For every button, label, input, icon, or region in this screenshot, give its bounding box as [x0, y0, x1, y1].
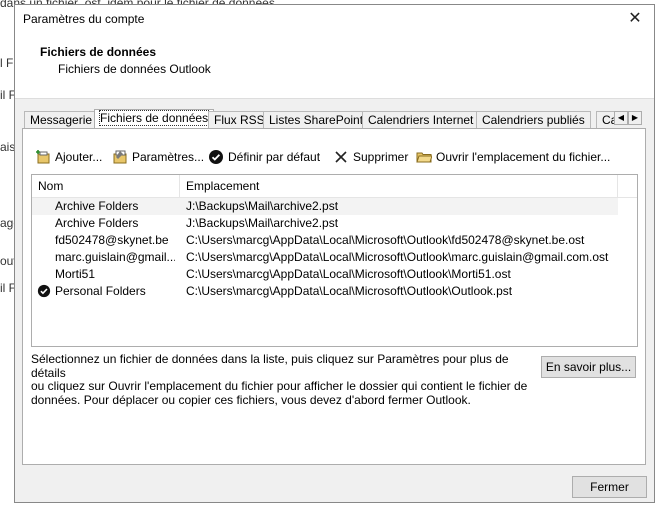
add-file-icon [36, 150, 50, 164]
column-header-location[interactable]: Emplacement [180, 175, 618, 197]
header-title: Fichiers de données [40, 45, 157, 59]
table-row[interactable]: Archive Folders J:\Backups\Mail\archive2.… [32, 215, 618, 232]
row-location: C:\Users\marcg\AppData\Local\Microsoft\O… [186, 250, 609, 264]
description-line: données. Pour déplacer ou copier ces fic… [31, 392, 471, 407]
checkmark-circle-icon [209, 150, 223, 164]
title-bar: Paramètres du compte ✕ [15, 5, 654, 33]
set-default-label: Définir par défaut [228, 150, 321, 164]
settings-file-icon [113, 150, 127, 164]
tab-data-files[interactable]: Fichiers de données [94, 109, 215, 129]
table-row[interactable]: Morti51 C:\Users\marcg\AppData\Local\Micr… [32, 266, 618, 283]
set-default-button[interactable]: Définir par défaut [208, 146, 320, 168]
remove-x-icon [335, 151, 347, 163]
description-line: ou cliquez sur Ouvrir l'emplacement du f… [31, 379, 528, 393]
data-files-panel: Ajouter... Paramètres... Définir par déf… [22, 128, 646, 465]
table-row[interactable]: Personal Folders C:\Users\marcg\AppData\L… [32, 283, 618, 300]
tab-rss[interactable]: Flux RSS [208, 111, 271, 129]
row-location: C:\Users\marcg\AppData\Local\Microsoft\O… [186, 233, 585, 247]
settings-button[interactable]: Paramètres... [112, 146, 204, 168]
folder-icon [416, 152, 432, 163]
remove-label: Supprimer [353, 150, 409, 164]
data-files-list[interactable]: Nom Emplacement Archive Folders J:\Backup… [31, 174, 638, 347]
account-settings-dialog: Paramètres du compte ✕ Fichiers de donné… [14, 4, 655, 503]
row-location: J:\Backups\Mail\archive2.pst [186, 199, 339, 213]
tab-messagerie[interactable]: Messagerie [24, 111, 99, 129]
row-name: Archive Folders [55, 199, 139, 213]
close-button[interactable]: Fermer [572, 476, 647, 498]
add-label: Ajouter... [55, 150, 103, 164]
tab-internet-calendars[interactable]: Calendriers Internet [362, 111, 480, 129]
dialog-header: Fichiers de données Fichiers de données … [15, 33, 654, 99]
open-location-button[interactable]: Ouvrir l'emplacement du fichier... [416, 146, 610, 168]
row-name: marc.guislain@gmail.... [55, 250, 175, 264]
description-text: Sélectionnez un fichier de données dans … [31, 352, 531, 407]
remove-button[interactable]: Supprimer [333, 146, 408, 168]
dialog-title: Paramètres du compte [23, 12, 145, 26]
table-row[interactable]: marc.guislain@gmail.... C:\Users\marcg\Ap… [32, 249, 618, 266]
row-location: C:\Users\marcg\AppData\Local\Microsoft\O… [186, 267, 511, 281]
tab-scroll-left-icon[interactable]: ◀ [614, 111, 628, 125]
settings-label: Paramètres... [132, 150, 205, 164]
add-button[interactable]: Ajouter... [35, 146, 102, 168]
row-name: Personal Folders [55, 284, 146, 298]
list-header: Nom Emplacement [32, 175, 637, 198]
open-location-label: Ouvrir l'emplacement du fichier... [436, 150, 611, 164]
learn-more-button[interactable]: En savoir plus... [541, 356, 636, 378]
row-location: C:\Users\marcg\AppData\Local\Microsoft\O… [186, 284, 513, 298]
row-name: Morti51 [55, 267, 96, 281]
row-name: Archive Folders [55, 216, 139, 230]
table-row[interactable]: fd502478@skynet.be C:\Users\marcg\AppData… [32, 232, 618, 249]
background-text-fragment: l F [0, 56, 14, 70]
tab-published-calendars[interactable]: Calendriers publiés [476, 111, 591, 129]
header-subtitle: Fichiers de données Outlook [58, 62, 211, 76]
row-name: fd502478@skynet.be [55, 233, 169, 247]
table-row[interactable]: Archive Folders J:\Backups\Mail\archive2.… [32, 198, 618, 215]
tab-scroll-right-icon[interactable]: ▶ [628, 111, 642, 125]
tab-strip: Messagerie Fichiers de données Flux RSS … [24, 109, 632, 129]
tab-sharepoint[interactable]: Listes SharePoint [263, 111, 370, 129]
row-location: J:\Backups\Mail\archive2.pst [186, 216, 339, 230]
column-header-name[interactable]: Nom [32, 175, 180, 197]
description-line: Sélectionnez un fichier de données dans … [31, 352, 509, 380]
default-checkmark-icon [37, 284, 51, 298]
close-icon[interactable]: ✕ [622, 7, 648, 31]
